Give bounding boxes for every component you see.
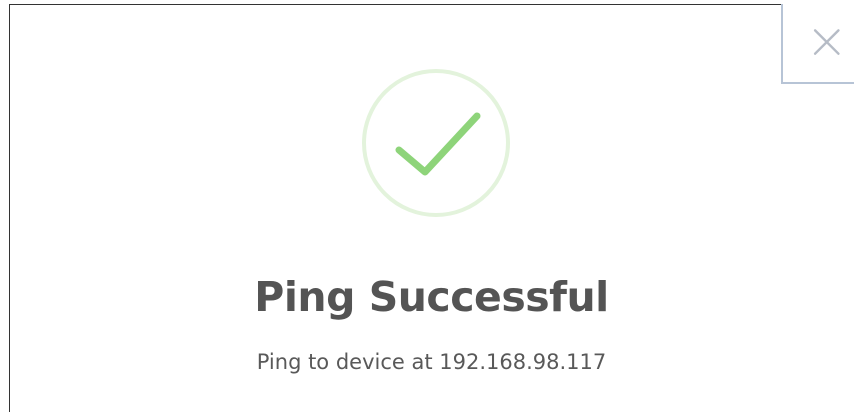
dialog-message: Ping to device at 192.168.98.117 xyxy=(256,350,607,374)
success-checkmark-icon xyxy=(362,69,510,217)
close-button[interactable] xyxy=(781,4,854,84)
close-icon xyxy=(813,29,840,55)
dialog-title: Ping Successful xyxy=(254,273,609,321)
